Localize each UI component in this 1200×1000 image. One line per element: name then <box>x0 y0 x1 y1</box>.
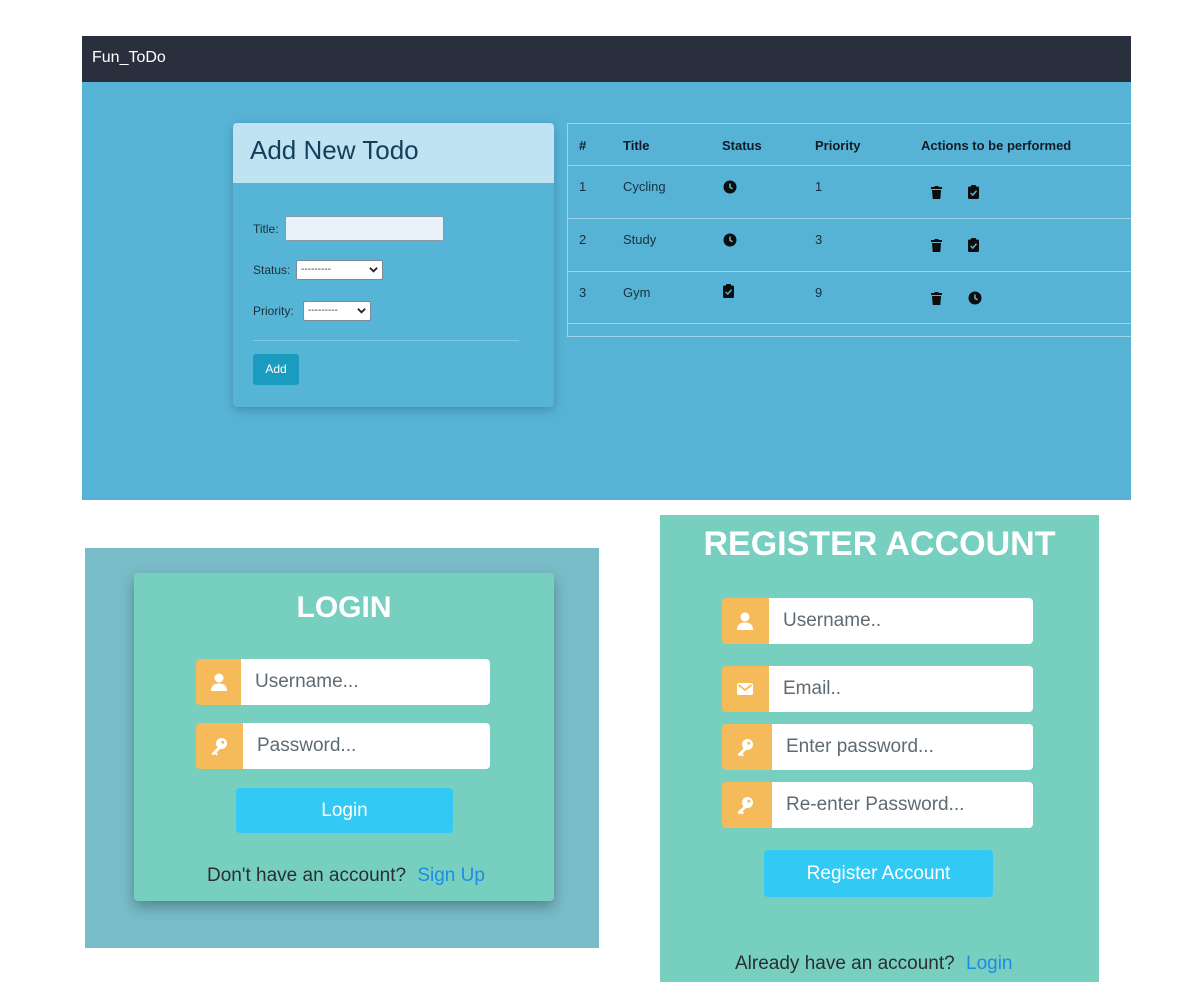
add-todo-card: Add New Todo Title: Status: --------- Pr… <box>233 123 554 407</box>
key-icon <box>737 739 753 757</box>
form-divider <box>253 340 519 341</box>
priority-label: Priority: <box>253 304 294 318</box>
row-priority: 9 <box>815 285 823 300</box>
chevron-down-icon <box>357 308 366 314</box>
column-header-title: Title <box>623 138 650 153</box>
key-icon <box>737 797 753 815</box>
todo-app: Fun_ToDo Add New Todo Title: Status: ---… <box>82 36 1131 500</box>
add-todo-card-header: Add New Todo <box>233 123 554 183</box>
register-password-input[interactable]: Enter password... <box>772 724 1033 770</box>
register-password-group: Enter password... <box>722 724 1033 770</box>
status-label: Status: <box>253 263 291 277</box>
confirm-addon <box>722 782 772 828</box>
user-icon <box>211 673 227 691</box>
row-priority: 1 <box>815 179 823 194</box>
key-icon <box>211 738 227 756</box>
email-addon <box>722 666 769 712</box>
row-number: 1 <box>579 179 587 194</box>
register-panel: REGISTER ACCOUNT Username.. Email.. Ente… <box>660 515 1099 982</box>
column-header-status: Status <box>722 138 762 153</box>
navbar: Fun_ToDo <box>82 36 1131 82</box>
register-confirm-group: Re-enter Password... <box>722 782 1033 828</box>
row-title: Study <box>623 232 657 247</box>
register-confirm-input[interactable]: Re-enter Password... <box>772 782 1033 828</box>
add-todo-title: Add New Todo <box>250 135 419 165</box>
table-row: 1 Cycling 1 <box>568 166 1131 218</box>
login-button[interactable]: Login <box>236 788 453 833</box>
add-button[interactable]: Add <box>253 354 299 385</box>
password-input[interactable]: Password... <box>243 723 490 769</box>
brand-link[interactable]: Fun_ToDo <box>92 49 166 67</box>
password-input-group: Password... <box>196 723 490 769</box>
row-divider <box>568 323 1131 324</box>
signup-link[interactable]: Sign Up <box>417 865 485 886</box>
row-number: 2 <box>579 232 587 247</box>
register-email-input[interactable]: Email.. <box>769 666 1033 712</box>
login-title: LOGIN <box>296 591 392 624</box>
column-header-actions: Actions to be performed <box>921 138 1072 153</box>
password-addon <box>722 724 772 770</box>
user-icon <box>737 612 753 630</box>
title-input[interactable] <box>285 216 444 241</box>
priority-select[interactable]: --------- <box>303 301 371 321</box>
todo-table: # Title Status Priority Actions to be pe… <box>567 123 1131 337</box>
clock-icon[interactable] <box>968 291 982 305</box>
register-title: REGISTER ACCOUNT <box>703 525 1056 563</box>
username-input[interactable]: Username... <box>241 659 490 705</box>
login-panel: LOGIN Username... Password... Login Don'… <box>85 548 599 948</box>
signup-prompt-text: Don't have an account? <box>207 865 407 886</box>
row-number: 3 <box>579 285 587 300</box>
register-username-group: Username.. <box>722 598 1033 644</box>
login-prompt-text: Already have an account? <box>735 953 955 974</box>
envelope-icon <box>737 683 753 695</box>
table-row: 2 Study 3 <box>568 219 1131 271</box>
password-addon <box>196 723 243 769</box>
clipboard-check-icon[interactable] <box>968 185 979 199</box>
clipboard-check-icon <box>723 284 734 298</box>
username-addon <box>196 659 241 705</box>
row-title: Gym <box>623 285 651 300</box>
row-priority: 3 <box>815 232 823 247</box>
trash-icon[interactable] <box>931 239 942 252</box>
clock-icon <box>723 180 737 194</box>
table-row: 3 Gym 9 <box>568 272 1131 324</box>
title-label: Title: <box>253 222 279 236</box>
signup-prompt: Don't have an account? Sign Up <box>207 865 485 887</box>
column-header-number: # <box>579 138 587 153</box>
status-select[interactable]: --------- <box>296 260 383 280</box>
clipboard-check-icon[interactable] <box>968 238 979 252</box>
login-prompt: Already have an account? Login <box>735 953 1013 975</box>
chevron-down-icon <box>369 267 378 273</box>
register-username-input[interactable]: Username.. <box>769 598 1033 644</box>
login-link[interactable]: Login <box>966 953 1013 974</box>
login-card: LOGIN Username... Password... Login Don'… <box>134 573 554 901</box>
username-addon <box>722 598 769 644</box>
trash-icon[interactable] <box>931 186 942 199</box>
clock-icon <box>723 233 737 247</box>
status-select-value: --------- <box>301 264 331 275</box>
column-header-priority: Priority <box>815 138 861 153</box>
register-button[interactable]: Register Account <box>764 850 993 897</box>
row-title: Cycling <box>623 179 666 194</box>
trash-icon[interactable] <box>931 292 942 305</box>
priority-select-value: --------- <box>308 305 338 316</box>
register-email-group: Email.. <box>722 666 1033 712</box>
username-input-group: Username... <box>196 659 490 705</box>
